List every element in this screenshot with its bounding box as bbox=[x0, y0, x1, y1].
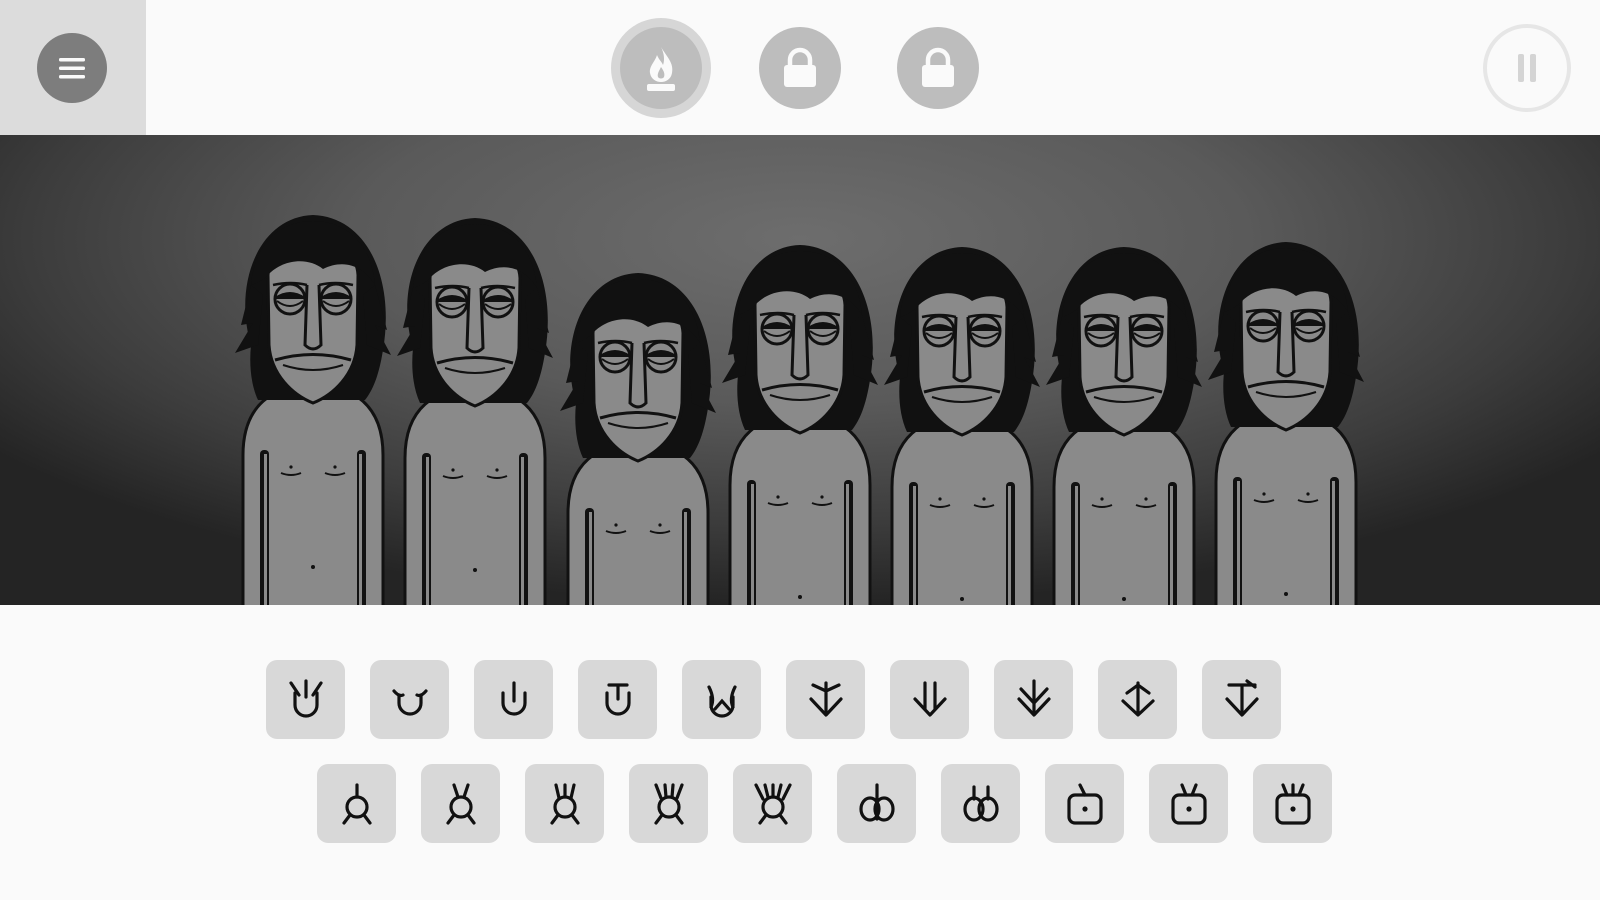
performer-6[interactable] bbox=[1044, 245, 1204, 605]
performer-1[interactable] bbox=[233, 213, 393, 605]
antenna-3-icon bbox=[549, 782, 580, 825]
menu-panel bbox=[0, 0, 146, 135]
lock-icon bbox=[922, 47, 954, 87]
lock-icon bbox=[784, 47, 816, 87]
pause-button[interactable] bbox=[1483, 24, 1571, 112]
sound-icon-antenna-3[interactable] bbox=[525, 764, 604, 843]
bonus-button-flame-inner bbox=[620, 27, 702, 109]
antenna-1-icon bbox=[341, 782, 372, 825]
sound-icon-horns-2[interactable] bbox=[370, 660, 449, 739]
sound-icon-pod-2[interactable] bbox=[941, 764, 1020, 843]
top-bar bbox=[0, 0, 1600, 135]
box-3-icon bbox=[1274, 782, 1311, 825]
sound-palette bbox=[0, 605, 1600, 900]
sound-icon-box-1[interactable] bbox=[1045, 764, 1124, 843]
pod-2-icon bbox=[962, 784, 999, 822]
sound-icon-pod-1[interactable] bbox=[837, 764, 916, 843]
sound-icon-antenna-1[interactable] bbox=[317, 764, 396, 843]
pod-1-icon bbox=[858, 782, 895, 822]
flame-icon bbox=[647, 47, 675, 91]
horns-1-icon bbox=[288, 678, 323, 718]
horns-5-icon bbox=[706, 684, 737, 718]
sound-icon-arrow-1[interactable] bbox=[786, 660, 865, 739]
stage-figures bbox=[233, 213, 1366, 605]
performer-5[interactable] bbox=[882, 245, 1042, 605]
menu-button[interactable] bbox=[37, 33, 107, 103]
performer-7[interactable] bbox=[1206, 240, 1366, 605]
antenna-5-icon bbox=[753, 782, 792, 825]
sound-icon-arrow-2[interactable] bbox=[890, 660, 969, 739]
arrow-3-icon bbox=[1016, 678, 1051, 717]
horns-4-icon bbox=[604, 682, 631, 716]
hamburger-icon bbox=[59, 58, 85, 79]
sound-icon-horns-1[interactable] bbox=[266, 660, 345, 739]
horns-2-icon bbox=[391, 688, 428, 716]
horns-3-icon bbox=[500, 680, 527, 716]
sound-icon-horns-3[interactable] bbox=[474, 660, 553, 739]
antenna-4-icon bbox=[653, 782, 684, 825]
pause-icon bbox=[1518, 54, 1536, 82]
stage bbox=[0, 135, 1600, 605]
arrow-4-icon bbox=[1120, 680, 1155, 717]
performer-3[interactable] bbox=[558, 271, 718, 605]
arrow-1-icon bbox=[808, 680, 843, 717]
arrow-5-icon bbox=[1224, 678, 1259, 717]
bonus-button-locked-1[interactable] bbox=[759, 27, 841, 109]
antenna-2-icon bbox=[445, 782, 476, 825]
arrow-2-icon bbox=[912, 680, 947, 717]
box-2-icon bbox=[1170, 782, 1207, 825]
performer-2[interactable] bbox=[395, 216, 555, 605]
sound-icon-arrow-3[interactable] bbox=[994, 660, 1073, 739]
sound-icon-antenna-5[interactable] bbox=[733, 764, 812, 843]
sound-icon-antenna-2[interactable] bbox=[421, 764, 500, 843]
performer-4[interactable] bbox=[720, 243, 880, 605]
sound-icon-horns-5[interactable] bbox=[682, 660, 761, 739]
sound-icon-box-3[interactable] bbox=[1253, 764, 1332, 843]
sound-icon-arrow-4[interactable] bbox=[1098, 660, 1177, 739]
sound-icon-box-2[interactable] bbox=[1149, 764, 1228, 843]
sound-icon-antenna-4[interactable] bbox=[629, 764, 708, 843]
box-1-icon bbox=[1066, 782, 1103, 825]
sound-icon-arrow-5[interactable] bbox=[1202, 660, 1281, 739]
sound-icon-horns-4[interactable] bbox=[578, 660, 657, 739]
bonus-button-flame[interactable] bbox=[611, 18, 711, 118]
bonus-button-locked-2[interactable] bbox=[897, 27, 979, 109]
